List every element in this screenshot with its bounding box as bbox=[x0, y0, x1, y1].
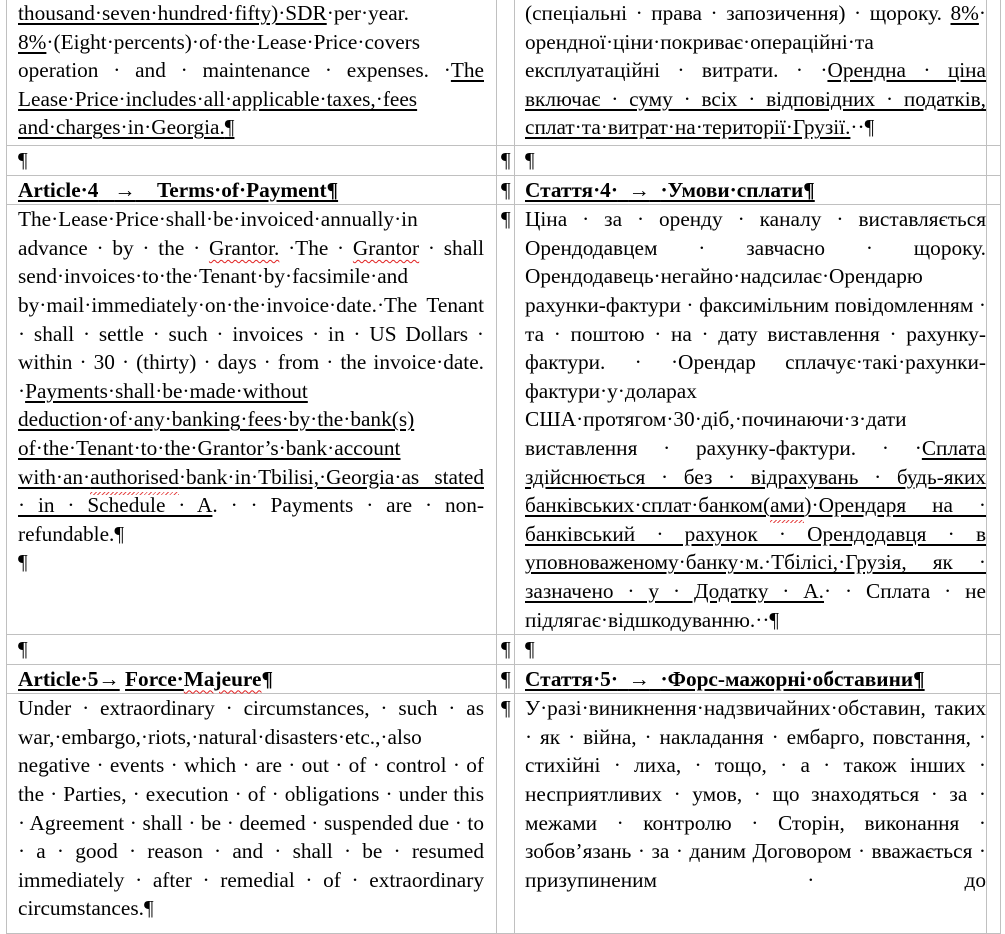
cell-mid[interactable]: ¶ bbox=[496, 663, 515, 695]
cell-end bbox=[986, 634, 1001, 665]
bilingual-agreement-table: thousand·seven·hundred·fifty)·SDR·per·ye… bbox=[6, 0, 1001, 934]
cell-uk-article4-body[interactable]: Ціна · за · оренду · каналу · виставляєт… bbox=[514, 204, 987, 636]
table-row-article5-heading: Article·5→ Force·Majeure¶ ¶ Стаття·5· → … bbox=[6, 663, 1001, 695]
text-segment: thousand·seven·hundred·fifty)·SDR bbox=[18, 1, 327, 25]
pilcrow-mark: ¶ bbox=[525, 637, 535, 662]
pilcrow-mark: ¶ bbox=[525, 148, 535, 172]
table-row-empty: ¶ ¶ ¶ bbox=[6, 634, 1001, 665]
cell-uk-article5-body[interactable]: У·разі·виникнення·надзвичайних·обставин,… bbox=[514, 693, 987, 934]
cell-uk-article4-heading[interactable]: Стаття·4· → ·Умови·сплати¶ bbox=[514, 174, 987, 206]
cell-en-empty[interactable]: ¶ bbox=[6, 634, 497, 665]
cell-mid[interactable]: ¶ bbox=[496, 204, 515, 636]
article5-body-en: Under · extraordinary · circumstances, ·… bbox=[18, 696, 484, 921]
cell-end bbox=[986, 0, 1001, 146]
cell-en-empty[interactable]: ¶ bbox=[6, 145, 497, 176]
table-row-article5-body: Under · extraordinary · circumstances, ·… bbox=[6, 693, 1001, 934]
pilcrow-mark: ¶ bbox=[224, 115, 235, 140]
tab-arrow-mark: → bbox=[114, 177, 136, 202]
cell-en-article5-body[interactable]: Under · extraordinary · circumstances, ·… bbox=[6, 693, 497, 934]
spellcheck-word: authorised bbox=[90, 464, 179, 489]
cell-mid[interactable]: ¶ bbox=[496, 145, 515, 176]
cell-mid[interactable] bbox=[496, 0, 515, 146]
cell-end bbox=[986, 693, 1001, 934]
text-segment: ·The · bbox=[279, 235, 353, 260]
spellcheck-word: Grantor. bbox=[208, 235, 280, 260]
cell-mid[interactable]: ¶ bbox=[496, 174, 515, 206]
text-segment: 8% bbox=[18, 29, 47, 54]
pilcrow-mark: ¶ bbox=[501, 696, 511, 721]
article5-heading-number-uk: Стаття·5· bbox=[525, 666, 618, 691]
cell-uk-empty[interactable]: ¶ bbox=[514, 145, 987, 176]
spellcheck-word: ами bbox=[770, 493, 805, 518]
pilcrow-mark: ¶ bbox=[501, 148, 511, 172]
pilcrow-mark: ¶ bbox=[261, 666, 273, 691]
tab-arrow-mark: → bbox=[628, 177, 650, 202]
article4-heading-number: Article·4 bbox=[18, 177, 99, 202]
pilcrow-mark: ¶ bbox=[18, 637, 28, 662]
article4-heading-title-uk: ·Умови·сплати¶ bbox=[660, 177, 815, 202]
pilcrow-mark: ¶ bbox=[501, 666, 511, 691]
cell-mid[interactable]: ¶ bbox=[496, 634, 515, 665]
cell-en-article3-tail[interactable]: thousand·seven·hundred·fifty)·SDR·per·ye… bbox=[6, 0, 497, 146]
text-segment: ·per·year. bbox=[326, 1, 409, 25]
pilcrow-mark: ¶ bbox=[18, 550, 28, 575]
pilcrow-mark: ··¶ bbox=[850, 115, 875, 140]
text-segment: (спеціальні · права · запозичення) · щор… bbox=[525, 1, 951, 25]
cell-uk-empty[interactable]: ¶ bbox=[514, 634, 987, 665]
table-row-article4-body: The·Lease·Price·shall·be·invoiced·annual… bbox=[6, 204, 1001, 636]
pilcrow-mark: ¶ bbox=[501, 207, 511, 232]
spellcheck-word: Majeure bbox=[183, 666, 262, 691]
text-segment: Ціна · за · оренду · каналу · виставляєт… bbox=[525, 207, 986, 460]
cell-en-article4-heading[interactable]: Article·4 → Terms·of·Payment¶ bbox=[6, 174, 497, 206]
table-row-article4-heading: Article·4 → Terms·of·Payment¶ ¶ Стаття·4… bbox=[6, 174, 1001, 206]
text-segment: ·(Eight·percents)·of·the·Lease·Price·cov… bbox=[18, 29, 451, 83]
article4-heading-number-uk: Стаття·4· bbox=[525, 177, 618, 202]
tab-arrow-mark: → bbox=[98, 666, 120, 691]
cell-uk-article3-tail[interactable]: (спеціальні · права · запозичення) · щор… bbox=[514, 0, 987, 146]
article4-heading-title: Terms·of·Payment¶ bbox=[157, 177, 339, 202]
cell-end bbox=[986, 204, 1001, 636]
tab-arrow-mark: → bbox=[628, 666, 650, 691]
cell-end bbox=[986, 174, 1001, 206]
cell-end bbox=[986, 145, 1001, 176]
article5-body-uk: У·разі·виникнення·надзвичайних·обставин,… bbox=[525, 696, 986, 892]
spellcheck-word: Grantor bbox=[352, 235, 420, 260]
text-segment: 8% bbox=[950, 1, 979, 25]
article5-heading-title-uk: ·Форс-мажорні·обставини¶ bbox=[660, 666, 925, 691]
article5-heading-number: Article·5 bbox=[18, 666, 99, 691]
article5-heading-title: Force· bbox=[125, 666, 184, 691]
text-segment: · shall send·invoices·to·the·Tenant·by·f… bbox=[18, 235, 484, 403]
cell-mid[interactable]: ¶ bbox=[496, 693, 515, 934]
pilcrow-mark: ¶ bbox=[501, 177, 511, 202]
pilcrow-mark: ¶ bbox=[501, 637, 511, 662]
table-row-empty: ¶ ¶ ¶ bbox=[6, 145, 1001, 176]
cell-uk-article5-heading[interactable]: Стаття·5· → ·Форс-мажорні·обставини¶ bbox=[514, 663, 987, 695]
cell-en-article5-heading[interactable]: Article·5→ Force·Majeure¶ bbox=[6, 663, 497, 695]
table-row-article3-tail: thousand·seven·hundred·fifty)·SDR·per·ye… bbox=[6, 0, 1001, 146]
cell-end bbox=[986, 663, 1001, 695]
cell-en-article4-body[interactable]: The·Lease·Price·shall·be·invoiced·annual… bbox=[6, 204, 497, 636]
pilcrow-mark: ¶ bbox=[18, 148, 28, 172]
